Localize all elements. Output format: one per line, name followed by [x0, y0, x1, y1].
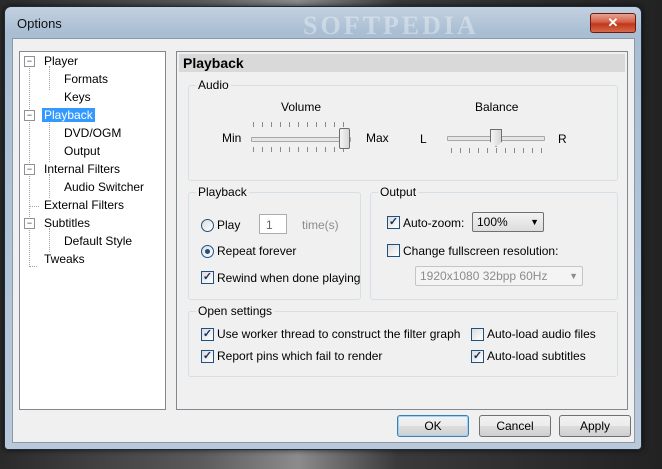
- collapse-icon[interactable]: −: [24, 56, 35, 67]
- autoload-audio-checkbox[interactable]: [471, 328, 484, 341]
- cancel-button[interactable]: Cancel: [479, 415, 551, 437]
- dialog-client: − Player Formats Keys − Playback DVD/OGM…: [12, 38, 635, 443]
- tree-line: [49, 120, 50, 162]
- output-group-label: Output: [378, 185, 419, 199]
- chevron-down-icon: ▼: [569, 271, 578, 281]
- tree-item-external-filters[interactable]: External Filters: [42, 197, 126, 213]
- balance-ticks: [451, 148, 542, 153]
- tree-line: [49, 228, 50, 252]
- playback-group-label: Playback: [196, 185, 249, 199]
- apply-button[interactable]: Apply: [559, 415, 631, 437]
- resolution-value: 1920x1080 32bpp 60Hz: [420, 269, 548, 283]
- autozoom-value: 100%: [477, 215, 508, 229]
- volume-max-label: Max: [366, 131, 389, 145]
- tree-item-tweaks[interactable]: Tweaks: [42, 251, 87, 267]
- fullscreen-label: Change fullscreen resolution:: [403, 244, 559, 258]
- tree-line: [29, 266, 37, 267]
- autozoom-select[interactable]: 100% ▼: [472, 212, 544, 232]
- audio-group-label: Audio: [196, 78, 231, 92]
- worker-thread-label: Use worker thread to construct the filte…: [217, 327, 461, 341]
- volume-ticks: [253, 122, 345, 127]
- autoload-subs-checkbox[interactable]: ✓: [471, 350, 484, 363]
- title-bar[interactable]: Options SOFTPEDIA ✕: [5, 7, 641, 40]
- options-tree: − Player Formats Keys − Playback DVD/OGM…: [19, 51, 166, 410]
- open-settings-group: Open settings ✓ Use worker thread to con…: [188, 304, 618, 377]
- volume-slider-thumb[interactable]: [339, 128, 350, 149]
- autozoom-label: Auto-zoom:: [403, 216, 465, 230]
- chevron-down-icon: ▼: [530, 217, 539, 227]
- tree-line: [29, 60, 30, 265]
- report-pins-checkbox[interactable]: ✓: [201, 350, 214, 363]
- tree-item-keys[interactable]: Keys: [62, 89, 93, 105]
- ok-button[interactable]: OK: [397, 415, 469, 437]
- collapse-icon[interactable]: −: [24, 218, 35, 229]
- repeat-label: Repeat forever: [217, 244, 297, 258]
- balance-right-label: R: [558, 132, 567, 146]
- open-settings-group-label: Open settings: [196, 304, 275, 318]
- balance-left-label: L: [420, 132, 427, 146]
- settings-panel: Playback Audio Volume Min Max Balance L …: [176, 51, 628, 410]
- repeat-radio[interactable]: [201, 245, 214, 258]
- tree-item-internal-filters[interactable]: Internal Filters: [42, 161, 122, 177]
- tree-item-subtitles[interactable]: Subtitles: [42, 215, 92, 231]
- tree-item-default-style[interactable]: Default Style: [62, 233, 134, 249]
- playback-group: Playback Play 1 time(s) Repeat forever ✓…: [188, 185, 361, 300]
- collapse-icon[interactable]: −: [24, 110, 35, 121]
- tree-item-audio-switcher[interactable]: Audio Switcher: [62, 179, 146, 195]
- close-button[interactable]: ✕: [590, 13, 636, 33]
- volume-slider-track[interactable]: [251, 137, 351, 142]
- tree-line: [49, 66, 50, 90]
- close-icon: ✕: [607, 15, 619, 30]
- report-pins-label: Report pins which fail to render: [217, 349, 383, 363]
- window-title: Options: [17, 16, 62, 31]
- tree-item-player[interactable]: Player: [42, 53, 80, 69]
- balance-label: Balance: [475, 100, 519, 114]
- volume-min-label: Min: [222, 131, 242, 145]
- tree-line: [29, 206, 39, 207]
- tree-item-output[interactable]: Output: [62, 143, 102, 159]
- fullscreen-checkbox[interactable]: [387, 244, 400, 257]
- tree-line: [49, 174, 50, 198]
- resolution-select: 1920x1080 32bpp 60Hz ▼: [415, 266, 583, 286]
- worker-thread-checkbox[interactable]: ✓: [201, 328, 214, 341]
- balance-slider-thumb[interactable]: [490, 129, 502, 147]
- rewind-label: Rewind when done playing: [217, 271, 361, 285]
- rewind-checkbox[interactable]: ✓: [201, 271, 214, 284]
- tree-item-formats[interactable]: Formats: [62, 71, 110, 87]
- audio-group: Audio Volume Min Max Balance L R: [188, 78, 618, 181]
- autoload-audio-label: Auto-load audio files: [487, 327, 596, 341]
- collapse-icon[interactable]: −: [24, 164, 35, 175]
- autoload-subs-label: Auto-load subtitles: [487, 349, 586, 363]
- volume-label: Volume: [281, 100, 322, 114]
- options-window: Options SOFTPEDIA ✕ − Player Formats Key…: [4, 6, 642, 450]
- times-label: time(s): [302, 218, 339, 232]
- volume-ticks: [253, 147, 345, 152]
- play-times-input[interactable]: 1: [259, 214, 287, 234]
- panel-title: Playback: [179, 54, 625, 72]
- autozoom-checkbox[interactable]: ✓: [387, 216, 400, 229]
- play-label: Play: [217, 218, 241, 232]
- tree-item-dvd-ogm[interactable]: DVD/OGM: [62, 125, 123, 141]
- output-group: Output ✓ Auto-zoom: 100% ▼ Change fullsc…: [370, 185, 618, 300]
- play-radio[interactable]: [201, 219, 214, 232]
- tree-item-playback[interactable]: Playback: [42, 107, 95, 123]
- watermark: SOFTPEDIA: [303, 11, 479, 40]
